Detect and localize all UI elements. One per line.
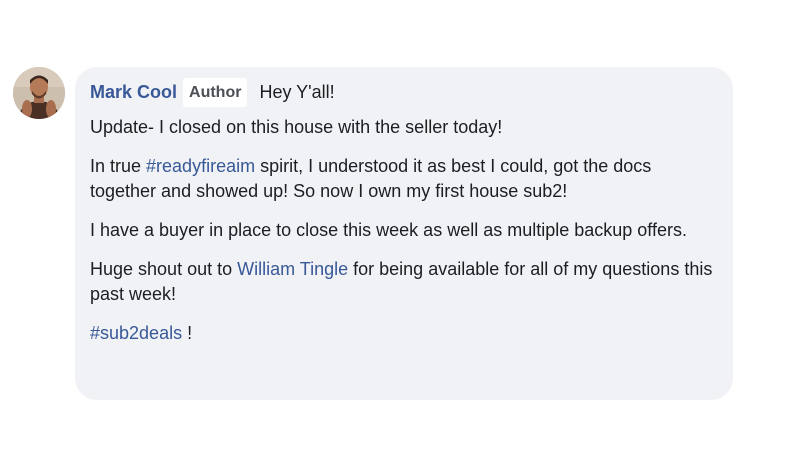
paragraph-5-text-after: ! bbox=[182, 323, 193, 343]
profile-photo-icon bbox=[13, 67, 65, 119]
comment-paragraph-5: #sub2deals ! bbox=[90, 321, 715, 346]
paragraph-1-text: Update- I closed on this house with the … bbox=[90, 117, 503, 137]
comment: Mark Cool Author Hey Y'all! Update- I cl… bbox=[0, 0, 787, 464]
author-badge: Author bbox=[183, 77, 248, 107]
comment-paragraph-2: In true #readyfireaim spirit, I understo… bbox=[90, 154, 715, 204]
hashtag-sub2deals-link[interactable]: #sub2deals bbox=[90, 323, 182, 343]
paragraph-3-text: I have a buyer in place to close this we… bbox=[90, 220, 687, 240]
comment-greeting: Hey Y'all! bbox=[259, 81, 335, 102]
paragraph-2-text-before: In true bbox=[90, 156, 147, 176]
hashtag-readyfireaim-link[interactable]: #readyfireaim bbox=[146, 156, 255, 176]
comment-paragraph-4: Huge shout out to William Tingle for bei… bbox=[90, 257, 715, 307]
comment-paragraph-3: I have a buyer in place to close this we… bbox=[90, 218, 715, 243]
comment-header: Mark Cool Author Hey Y'all! bbox=[90, 77, 715, 107]
author-name-link[interactable]: Mark Cool bbox=[90, 80, 177, 105]
paragraph-4-text-before: Huge shout out to bbox=[90, 259, 238, 279]
comment-bubble: Mark Cool Author Hey Y'all! Update- I cl… bbox=[75, 67, 733, 400]
comment-paragraph-1: Update- I closed on this house with the … bbox=[90, 115, 715, 140]
mention-william-tingle-link[interactable]: William Tingle bbox=[237, 259, 348, 279]
avatar[interactable] bbox=[13, 67, 65, 119]
